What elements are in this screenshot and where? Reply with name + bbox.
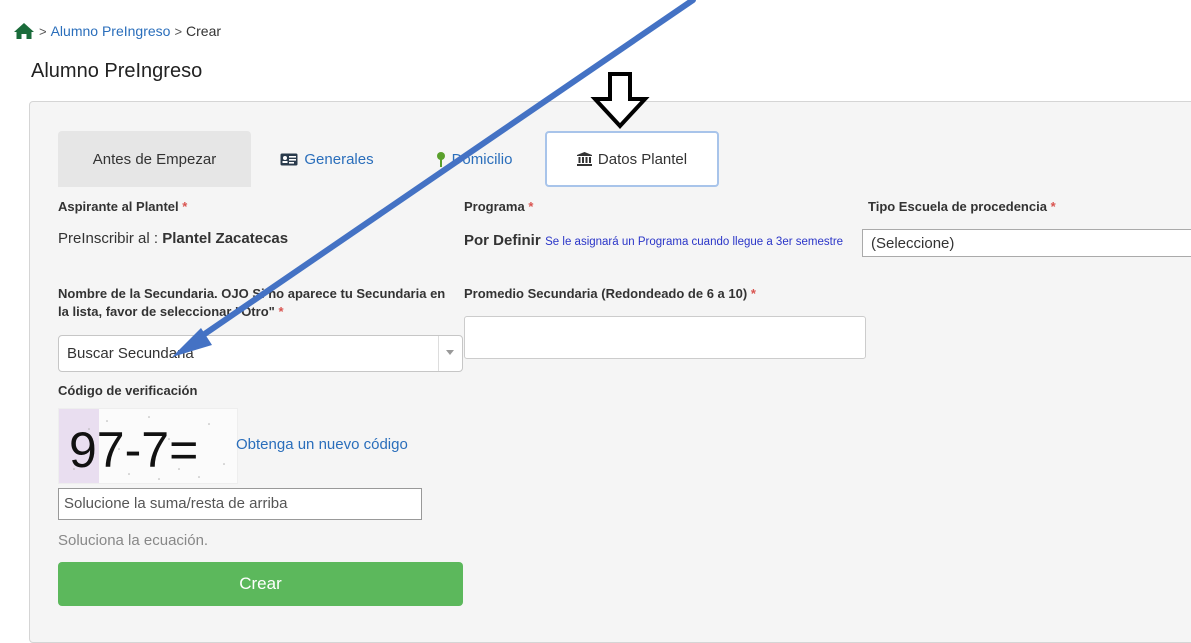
breadcrumb-link-alumno[interactable]: Alumno PreIngreso — [51, 23, 171, 39]
breadcrumb-separator: > — [174, 23, 183, 39]
promedio-label-text: Promedio Secundaria (Redondeado de 6 a 1… — [464, 286, 748, 301]
programa-value: Por Definir Se le asignará un Programa c… — [464, 229, 862, 254]
programa-por-definir: Por Definir — [464, 232, 541, 249]
breadcrumb-current: Crear — [186, 23, 222, 39]
required-mark: * — [750, 286, 756, 301]
aspirante-plantel: Plantel Zacatecas — [162, 230, 289, 247]
required-mark: * — [182, 199, 188, 214]
aspirante-value: PreInscribir al : Plantel Zacatecas — [58, 230, 288, 247]
captcha-image: 97-7= — [58, 408, 238, 484]
promedio-input[interactable] — [464, 316, 866, 359]
tab-label: Antes de Empezar — [92, 150, 217, 168]
promedio-label: Promedio Secundaria (Redondeado de 6 a 1… — [464, 285, 756, 303]
tab-domicilio[interactable]: Domicilio — [418, 131, 530, 187]
aspirante-prefix: PreInscribir al : — [58, 230, 159, 247]
tab-label: Datos Plantel — [597, 150, 688, 168]
codigo-label: Código de verificación — [58, 383, 198, 398]
breadcrumb-separator: > — [39, 23, 47, 39]
tipo-escuela-label-text: Tipo Escuela de procedencia — [868, 199, 1047, 214]
captcha-text: 97-7= — [69, 422, 198, 478]
tipo-escuela-label: Tipo Escuela de procedencia * — [868, 198, 1056, 216]
home-icon[interactable] — [13, 22, 35, 40]
tab-generales[interactable]: Generales — [268, 131, 386, 187]
crear-button[interactable]: Crear — [58, 562, 463, 606]
secundaria-search-select[interactable]: Buscar Secundaria — [58, 335, 463, 372]
tipo-escuela-select[interactable]: (Seleccione) — [862, 229, 1191, 257]
captcha-refresh-link[interactable]: Obtenga un nuevo código — [236, 436, 408, 453]
programa-note: Se le asignará un Programa cuando llegue… — [545, 236, 844, 248]
tab-antes-de-empezar[interactable]: Antes de Empezar — [58, 131, 251, 187]
chevron-down-icon[interactable] — [438, 336, 462, 371]
required-mark: * — [278, 304, 284, 319]
required-mark: * — [528, 199, 534, 214]
id-card-icon — [280, 153, 298, 165]
bank-icon — [576, 152, 592, 166]
tab-label: Domicilio — [451, 150, 513, 168]
map-pin-icon — [436, 152, 445, 167]
required-mark: * — [1050, 199, 1056, 214]
page-title: Alumno PreIngreso — [31, 60, 203, 82]
aspirante-label: Aspirante al Plantel * — [58, 198, 187, 216]
secundaria-label: Nombre de la Secundaria. OJO Si no apare… — [58, 285, 458, 321]
secundaria-label-text: Nombre de la Secundaria. OJO Si no apare… — [58, 286, 446, 319]
programa-label-text: Programa — [464, 199, 525, 214]
breadcrumb: > Alumno PreIngreso > Crear — [13, 20, 221, 42]
captcha-help-text: Soluciona la ecuación. — [58, 532, 209, 549]
tab-datos-plantel[interactable]: Datos Plantel — [545, 131, 719, 187]
programa-label: Programa * — [464, 198, 533, 216]
tab-label: Generales — [304, 150, 374, 168]
captcha-answer-input[interactable]: Solucione la suma/resta de arriba — [58, 488, 422, 520]
aspirante-label-text: Aspirante al Plantel — [58, 199, 179, 214]
